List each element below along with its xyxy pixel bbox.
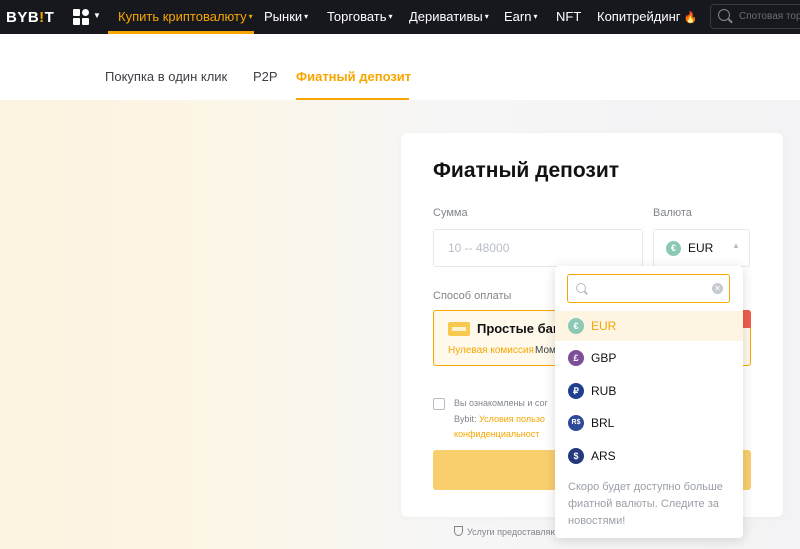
peso-icon: $ — [568, 448, 584, 464]
currency-code: GBP — [591, 351, 617, 365]
card-title: Фиатный депозит — [433, 159, 620, 182]
payment-method-title: Простые бан — [477, 321, 561, 336]
nav-copytrading[interactable]: Копитрейдинг 🔥 — [597, 9, 697, 24]
currency-option-ars[interactable]: $ ARS — [555, 441, 743, 471]
currency-code: ARS — [591, 449, 616, 463]
pound-icon: £ — [568, 350, 584, 366]
bank-card-icon — [448, 322, 470, 336]
euro-icon: € — [666, 241, 681, 256]
euro-icon: € — [568, 318, 584, 334]
currency-option-gbp[interactable]: £ GBP — [555, 343, 743, 373]
currency-option-eur[interactable]: € EUR — [555, 311, 743, 341]
payment-method-speed: Мом — [535, 345, 556, 356]
clear-icon[interactable]: ✕ — [712, 283, 723, 294]
ruble-icon: ₽ — [568, 383, 584, 399]
bybit-logo[interactable]: BYB!T — [6, 9, 54, 26]
nav-nft[interactable]: NFT — [556, 9, 581, 24]
privacy-link[interactable]: конфиденциальност — [454, 429, 539, 439]
shield-icon — [454, 526, 463, 536]
amount-input[interactable] — [434, 230, 642, 266]
more-currencies-note: Скоро будет доступно больше фиатной валю… — [568, 481, 723, 527]
tab-one-click-buy[interactable]: Покупка в один клик — [105, 69, 227, 84]
nav-derivatives[interactable]: Деривативы ▾ — [409, 9, 489, 24]
nav-markets[interactable]: Рынки ▾ — [264, 9, 308, 24]
zero-fee-label: Нулевая комиссия — [448, 345, 534, 356]
currency-search[interactable]: ✕ — [567, 274, 730, 303]
subtabs-bar: Покупка в один клик P2P Фиатный депозит — [0, 34, 800, 100]
search-icon — [718, 9, 730, 21]
amount-label: Сумма — [433, 207, 468, 219]
apps-grid-icon[interactable] — [73, 9, 89, 25]
top-navbar: BYB!T ▼ Купить криптовалюту ▾ Рынки ▾ Торг… — [0, 0, 800, 34]
terms-link[interactable]: Условия пользо — [479, 414, 545, 424]
agree-checkbox[interactable] — [433, 398, 445, 410]
currency-code: RUB — [591, 384, 617, 398]
search-placeholder: Спотовая торговля — [739, 11, 800, 22]
nav-trade[interactable]: Торговать ▾ — [327, 9, 393, 24]
service-provider-note: Услуги предоставляю — [454, 526, 557, 537]
currency-option-rub[interactable]: ₽ RUB — [555, 376, 743, 406]
currency-option-brl[interactable]: R$ BRL — [555, 408, 743, 438]
flame-icon: 🔥 — [683, 12, 698, 24]
amount-field[interactable] — [433, 229, 643, 267]
currency-dropdown: ✕ € EUR £ GBP ₽ RUB R$ BRL $ ARS Скоро б… — [555, 266, 743, 538]
currency-search-input[interactable] — [568, 275, 729, 302]
nav-earn[interactable]: Earn ▾ — [504, 9, 537, 24]
payment-method-label: Способ оплаты — [433, 290, 512, 302]
tab-fiat-deposit[interactable]: Фиатный депозит — [296, 69, 411, 84]
search-icon — [576, 283, 586, 293]
currency-value: EUR — [688, 241, 714, 255]
search-input[interactable]: Спотовая торговля — [710, 4, 800, 29]
currency-select[interactable]: € EUR ▲ — [653, 229, 750, 267]
tab-p2p[interactable]: P2P — [253, 69, 278, 84]
chevron-down-icon[interactable]: ▼ — [93, 11, 101, 20]
real-icon: R$ — [568, 415, 584, 431]
nav-buy-crypto[interactable]: Купить криптовалюту ▾ — [118, 9, 253, 24]
currency-code: EUR — [591, 319, 617, 333]
chevron-up-icon: ▲ — [732, 241, 740, 250]
agree-text-line2: Bybit: Условия пользо — [454, 414, 545, 424]
currency-label: Валюта — [653, 207, 692, 219]
agree-text: Вы ознакомлены и сог — [454, 398, 548, 408]
currency-code: BRL — [591, 416, 615, 430]
